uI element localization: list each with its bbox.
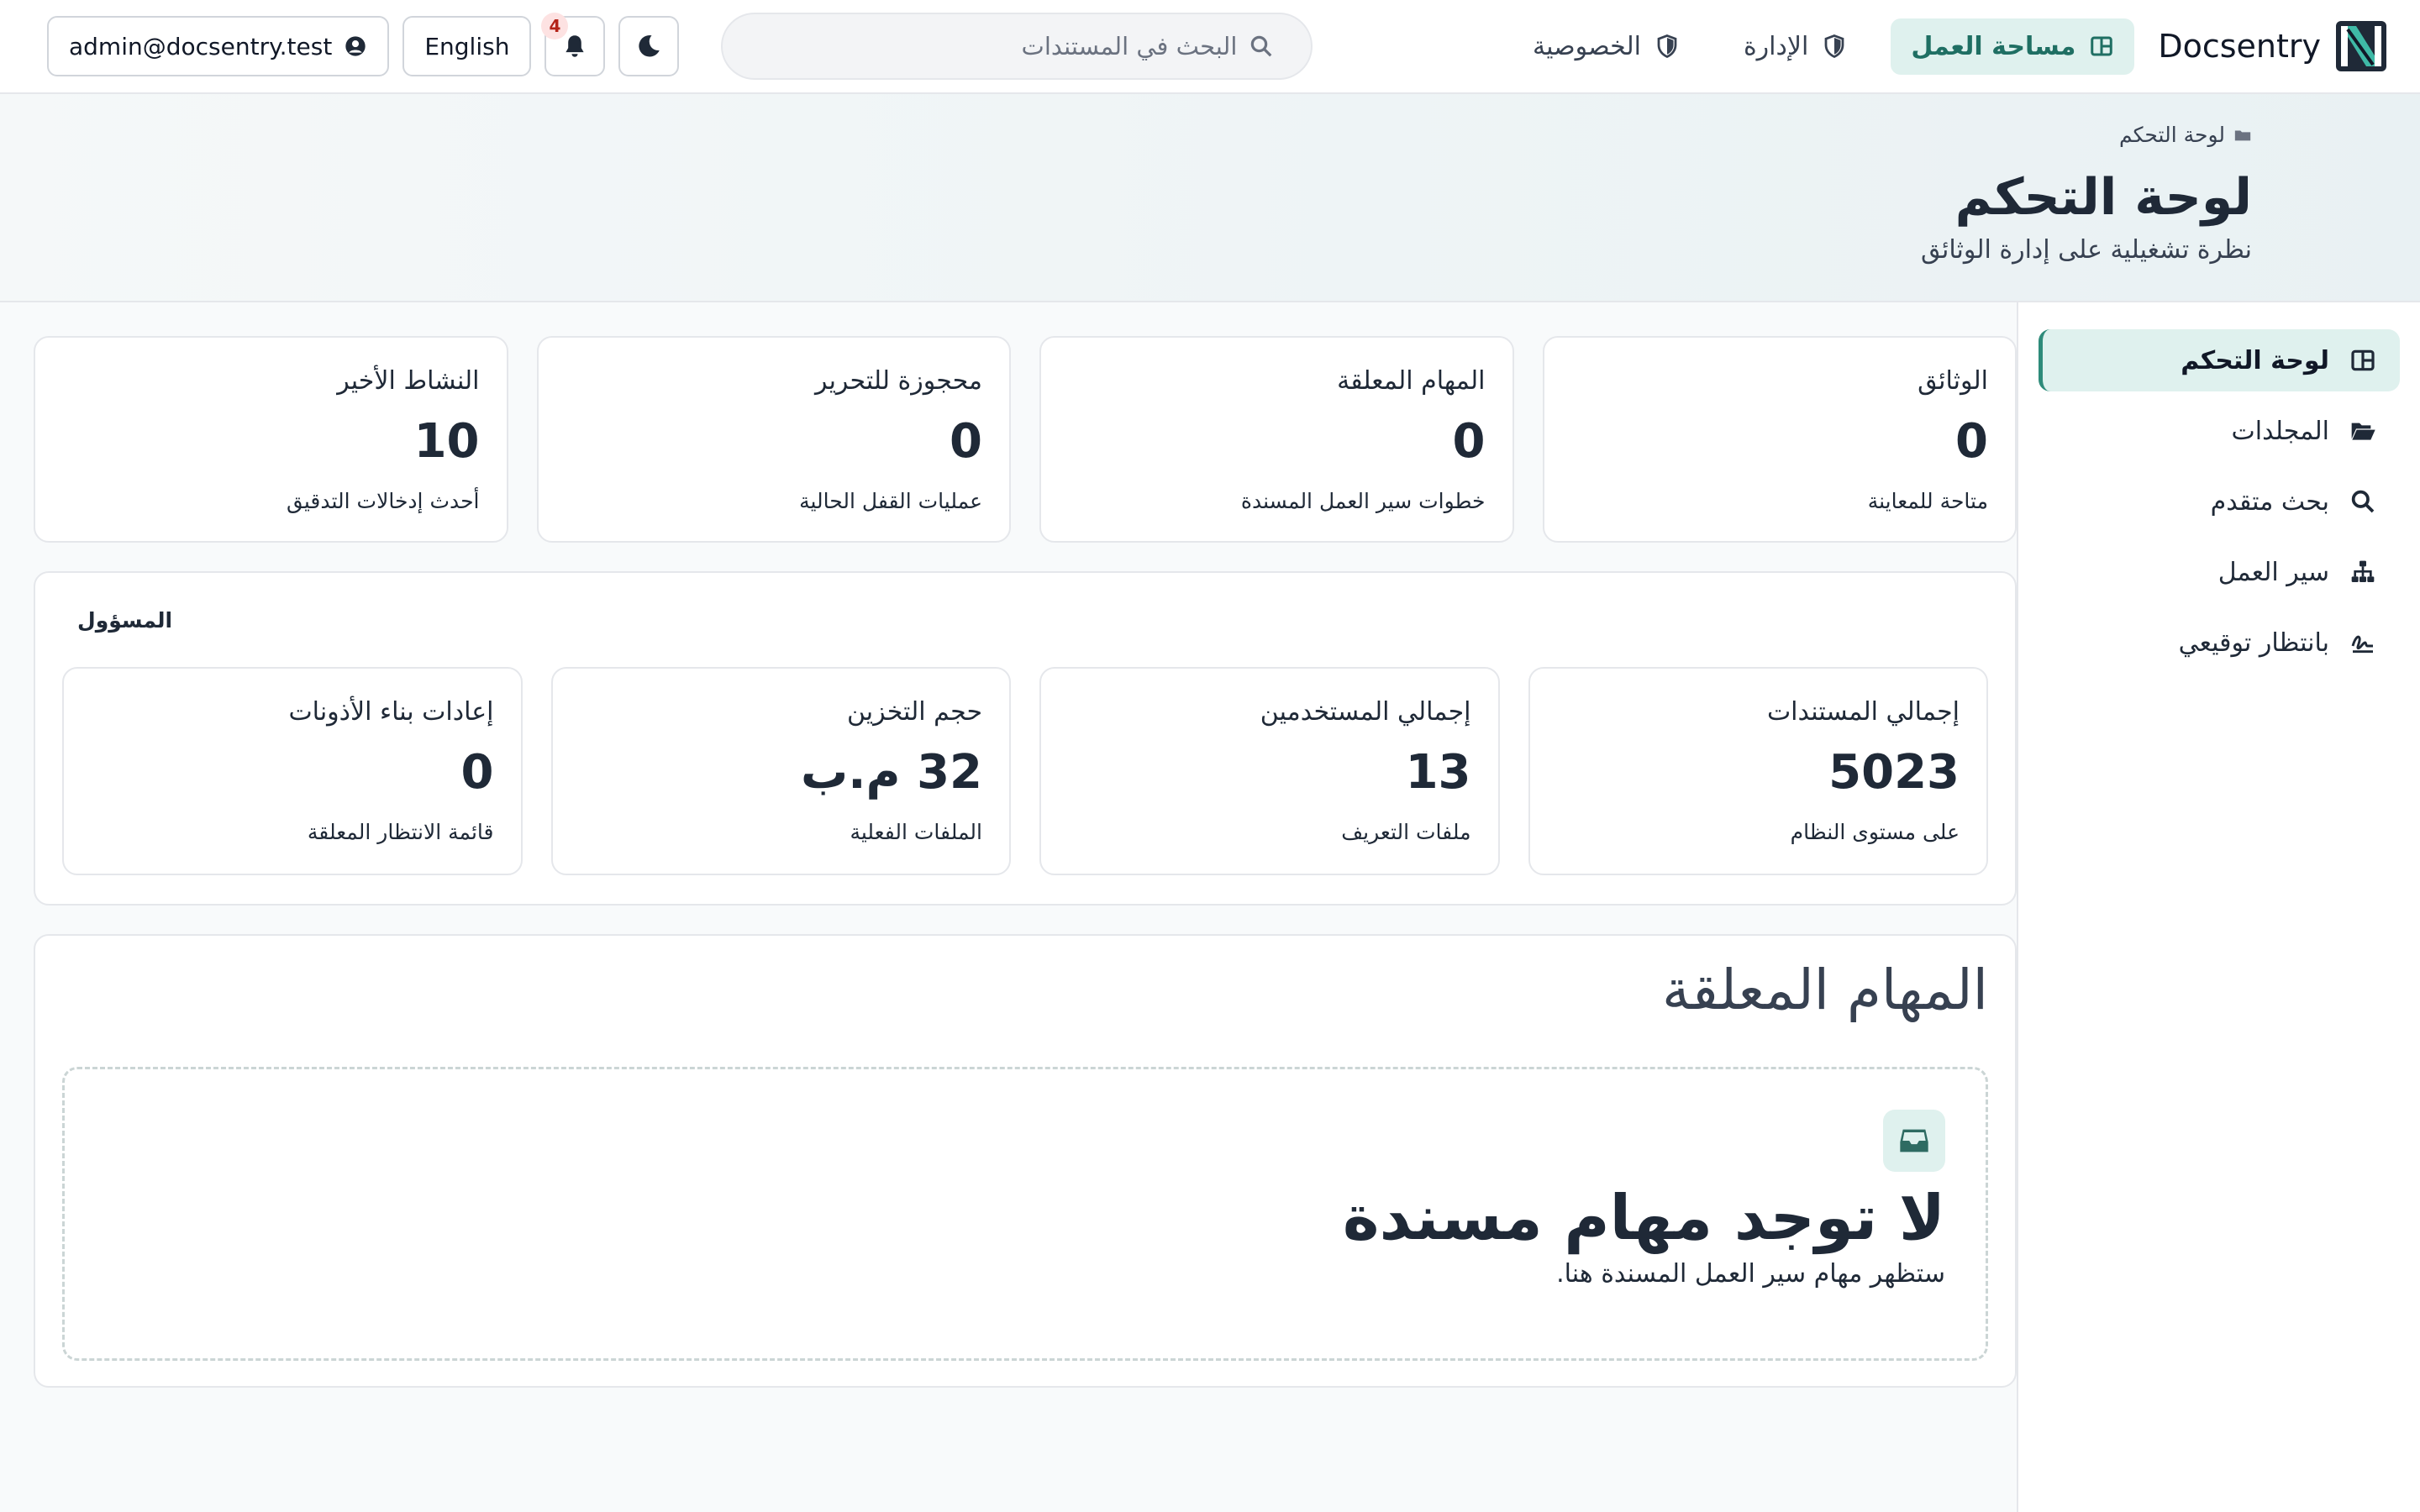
stat-label: النشاط الأخير [337,366,480,396]
sidebar-item-label: بانتظار توقيعي [2178,627,2329,658]
stat-card-checked-out[interactable]: محجوزة للتحرير 0 عمليات القفل الحالية [536,336,1011,543]
search-icon [2351,490,2375,513]
stat-note: أحدث إدخالات التدقيق [287,489,480,513]
sitemap-icon [2351,560,2375,582]
pending-tasks-panel: المهام المعلقة لا توجد مهام مسندة ستظهر … [34,934,2017,1388]
sidebar-item-advanced-search[interactable]: بحث متقدم [2039,470,2400,533]
notifications-button[interactable]: 4 [541,13,606,76]
folder-icon [2234,130,2251,140]
dashboard-icon [2351,349,2375,371]
stat-note: عمليات القفل الحالية [799,489,982,513]
nav-workspace-label: مساحة العمل [1911,31,2076,61]
stat-label: حجم التخزين [846,697,982,727]
user-menu-button[interactable]: admin@docsentry.test [47,16,390,76]
empty-state: لا توجد مهام مسندة ستظهر مهام سير العمل … [62,1067,1988,1361]
bell-icon [566,35,585,57]
stat-label: الوثائق [1918,366,1988,396]
main-content: الوثائق 0 متاحة للمعاينة المهام المعلقة … [34,302,2017,1388]
nav-privacy-label: الخصوصية [1533,31,1641,61]
user-circle-icon [345,36,366,56]
sidebar-item-label: المجلدات [2231,416,2329,446]
stat-cards: الوثائق 0 متاحة للمعاينة المهام المعلقة … [34,336,2017,543]
stat-value: 13 [1405,745,1471,800]
nav-admin[interactable]: الإدارة [1723,18,1867,75]
shield-icon [1657,34,1677,59]
search-input[interactable] [748,32,1238,60]
signature-icon [2351,635,2373,654]
sidebar-item-folders[interactable]: المجلدات [2039,400,2400,462]
nav-right-group: Docsentry مساحة العمل الإدارة الخصوصية [1512,18,2386,75]
pending-tasks-title: المهام المعلقة [1661,958,1988,1022]
sidebar-item-label: بحث متقدم [2210,486,2329,517]
stat-note: الملفات الفعلية [850,820,982,844]
brand-name: Docsentry [2158,28,2321,65]
stat-value: 10 [413,414,480,469]
stat-note: قائمة الانتظار المعلقة [307,820,494,844]
sidebar-item-label: سير العمل [2217,557,2329,587]
stat-value: 0 [1452,414,1486,469]
admin-card-permission-rebuilds[interactable]: إعادات بناء الأذونات 0 قائمة الانتظار ال… [62,667,523,875]
search-box[interactable] [721,13,1313,80]
theme-toggle-button[interactable] [618,16,680,76]
empty-state-title: لا توجد مهام مسندة [1342,1182,1945,1254]
top-navbar: Docsentry مساحة العمل الإدارة الخصوصية ا… [0,0,2420,94]
nav-workspace[interactable]: مساحة العمل [1891,18,2135,75]
admin-cards: إجمالي المستندات 5023 على مستوى النظام إ… [62,667,1988,875]
stat-card-recent-activity[interactable]: النشاط الأخير 10 أحدث إدخالات التدقيق [34,336,508,543]
nav-privacy[interactable]: الخصوصية [1512,18,1700,75]
sidebar-item-workflow[interactable]: سير العمل [2039,541,2400,603]
brand[interactable]: Docsentry [2158,21,2386,71]
breadcrumb-item[interactable]: لوحة التحكم [2119,123,2225,147]
stat-value: 32 م.ب [800,745,982,800]
stat-label: المهام المعلقة [1337,366,1486,396]
stat-label: إجمالي المستخدمين [1260,697,1471,727]
stat-label: محجوزة للتحرير [815,366,982,396]
page-title: لوحة التحكم [1954,168,2252,227]
folder-open-icon [2351,423,2375,440]
nav-admin-label: الإدارة [1743,31,1809,61]
user-email: admin@docsentry.test [69,32,333,60]
stat-note: ملفات التعريف [1341,820,1471,844]
stat-value: 0 [460,745,494,800]
sidebar-item-dashboard[interactable]: لوحة التحكم [2039,329,2400,391]
stat-value: 5023 [1828,745,1960,800]
sidebar: لوحة التحكم المجلدات بحث متقدم سير العمل… [2017,302,2420,1512]
search-icon [1251,35,1272,57]
admin-card-storage-size[interactable]: حجم التخزين 32 م.ب الملفات الفعلية [550,667,1011,875]
stat-card-pending-tasks[interactable]: المهام المعلقة 0 خطوات سير العمل المسندة [1039,336,1514,543]
inbox-icon [1883,1110,1945,1172]
stat-card-documents[interactable]: الوثائق 0 متاحة للمعاينة [1542,336,2017,543]
page-subtitle: نظرة تشغيلية على إدارة الوثائق [1921,235,2252,265]
moon-icon [639,35,660,57]
language-switch-button[interactable]: English [402,16,532,76]
stat-value: 0 [1955,414,1988,469]
shield-icon [1824,34,1844,59]
stat-label: إعادات بناء الأذونات [288,697,494,727]
sidebar-item-label: لوحة التحكم [2181,345,2329,375]
empty-state-description: ستظهر مهام سير العمل المسندة هنا. [1556,1259,1945,1289]
stat-label: إجمالي المستندات [1766,697,1960,727]
admin-panel: المسؤول إجمالي المستندات 5023 على مستوى … [34,571,2017,906]
stat-note: متاحة للمعاينة [1867,489,1988,513]
stat-note: على مستوى النظام [1790,820,1960,844]
nav-left-group: 4 English admin@docsentry.test [47,13,1313,80]
admin-card-total-documents[interactable]: إجمالي المستندات 5023 على مستوى النظام [1528,667,1988,875]
stat-note: خطوات سير العمل المسندة [1240,489,1486,513]
admin-panel-title: المسؤول [77,608,173,633]
dashboard-icon [2091,36,2113,56]
stat-value: 0 [950,414,982,469]
page-header: لوحة التحكم لوحة التحكم نظرة تشغيلية على… [0,94,2420,302]
sidebar-item-awaiting-signature[interactable]: بانتظار توقيعي [2039,612,2400,674]
admin-card-total-users[interactable]: إجمالي المستخدمين 13 ملفات التعريف [1039,667,1500,875]
docsentry-logo-icon [2336,21,2386,71]
breadcrumb: لوحة التحكم [2119,123,2252,147]
